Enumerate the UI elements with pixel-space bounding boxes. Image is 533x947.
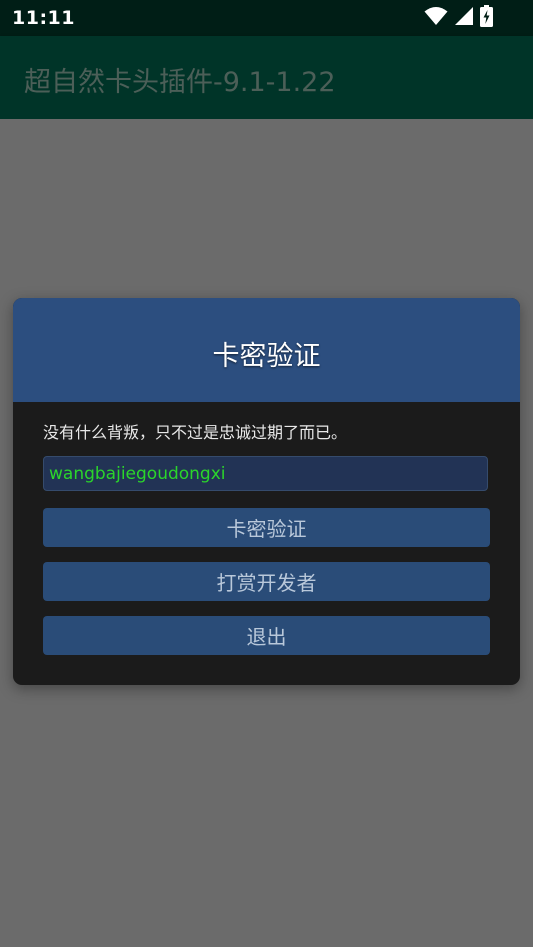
card-key-input[interactable] — [43, 456, 488, 491]
status-time: 11:11 — [12, 7, 75, 29]
verify-button[interactable]: 卡密验证 — [43, 508, 490, 547]
signal-icon — [454, 6, 474, 30]
status-bar: 11:11 — [0, 0, 533, 36]
battery-charging-icon — [480, 5, 493, 31]
card-key-dialog: 卡密验证 没有什么背叛，只不过是忠诚过期了而已。 卡密验证 打赏开发者 退出 — [13, 298, 520, 685]
app-title: 超自然卡头插件-9.1-1.22 — [24, 67, 336, 98]
dialog-message: 没有什么背叛，只不过是忠诚过期了而已。 — [43, 423, 348, 442]
exit-button[interactable]: 退出 — [43, 616, 490, 655]
wifi-icon — [424, 6, 448, 30]
app-bar: 超自然卡头插件-9.1-1.22 — [0, 36, 533, 119]
donate-button[interactable]: 打赏开发者 — [43, 562, 490, 601]
status-icons — [424, 5, 493, 31]
dialog-header: 卡密验证 — [13, 298, 520, 402]
dialog-title: 卡密验证 — [212, 341, 321, 372]
